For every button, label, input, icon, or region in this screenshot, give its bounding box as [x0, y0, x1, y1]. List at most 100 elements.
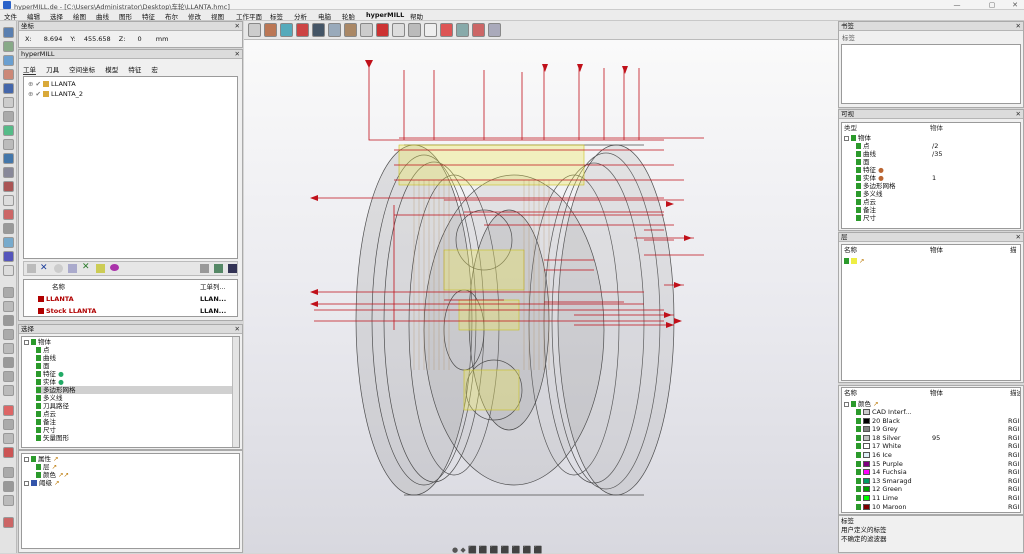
color-row[interactable]: 17 White	[856, 442, 901, 450]
redo-icon[interactable]	[392, 23, 405, 37]
open-icon[interactable]	[264, 23, 277, 37]
list-item[interactable]: LLANTA	[38, 295, 74, 303]
panel-close-icon[interactable]: ✕	[1016, 233, 1021, 242]
view-back-icon[interactable]	[3, 343, 14, 354]
tree-item[interactable]: 矢量图形	[36, 434, 69, 442]
view-front-icon[interactable]	[3, 287, 14, 298]
tree-item[interactable]: ⊕ ✔ LLANTA	[28, 80, 76, 88]
snap-icon[interactable]	[3, 467, 14, 478]
check-icon[interactable]: ✕	[82, 262, 90, 272]
globe-icon[interactable]	[200, 264, 209, 273]
image-icon[interactable]	[214, 264, 223, 273]
panel-close-icon[interactable]: ✕	[1016, 22, 1021, 31]
shade-icon[interactable]	[3, 385, 14, 396]
tab-tools[interactable]: 刀具	[46, 66, 59, 74]
tree-item[interactable]: 点云	[36, 410, 56, 418]
menu-edit[interactable]: 编辑	[27, 11, 40, 21]
mirror-tool-icon[interactable]	[3, 111, 14, 122]
visible-icon[interactable]	[856, 503, 861, 510]
menu-hypermill[interactable]: hyperMILL	[366, 11, 404, 19]
tree-item[interactable]: 阈级 ↗	[24, 479, 60, 487]
tree-item[interactable]: 颜色 ↗	[844, 400, 879, 408]
view-icon[interactable]	[110, 264, 119, 271]
tree-item[interactable]: 点	[856, 142, 870, 150]
color-row[interactable]: 16 Ice	[856, 451, 892, 459]
tree-item[interactable]: 不确定的滤波器	[841, 535, 887, 543]
tree-item[interactable]: 多义线	[856, 190, 883, 198]
tree-item[interactable]: 多边形网格	[36, 386, 236, 394]
tree-item[interactable]: 备注	[856, 206, 876, 214]
cut-tool-icon[interactable]	[3, 97, 14, 108]
boolean-tool-icon[interactable]	[3, 181, 14, 192]
menu-tire[interactable]: 轮胎	[342, 11, 355, 21]
tree-item[interactable]: 标签	[841, 517, 854, 525]
color-row[interactable]: 15 Purple	[856, 460, 903, 468]
boolean-icon[interactable]	[472, 23, 485, 37]
plane-icon[interactable]	[3, 495, 14, 506]
tree-item[interactable]: 层 ↗	[36, 463, 57, 471]
rotate-icon[interactable]	[424, 23, 437, 37]
list-item[interactable]: Stock LLANTA	[38, 307, 96, 315]
color-row[interactable]: 12 Green	[856, 485, 902, 493]
close-button[interactable]: ✕	[1008, 0, 1022, 10]
rotate-tool-icon[interactable]	[3, 83, 14, 94]
menu-file[interactable]: 文件	[4, 11, 17, 21]
tree-item[interactable]: 点云	[856, 198, 876, 206]
fit-icon[interactable]	[3, 447, 14, 458]
visible-icon[interactable]	[856, 495, 861, 501]
extrude-tool-icon[interactable]	[3, 153, 14, 164]
tree-item[interactable]: 用户定义的标签	[841, 526, 887, 534]
color-row[interactable]: 14 Fuchsia	[856, 468, 907, 476]
tree-item[interactable]: 颜色 ↗↗	[36, 471, 69, 479]
line-tool-icon[interactable]	[3, 41, 14, 52]
panel-close-icon[interactable]: ✕	[235, 22, 240, 31]
visible-icon[interactable]	[856, 460, 861, 467]
delete-icon[interactable]: ✕	[40, 263, 48, 273]
tree-item[interactable]: 曲线	[856, 150, 876, 158]
curve-tool-icon[interactable]	[3, 55, 14, 66]
view-left-icon[interactable]	[3, 357, 14, 368]
new-icon[interactable]	[248, 23, 261, 37]
panel-close-icon[interactable]: ✕	[1016, 110, 1021, 119]
view-top-icon[interactable]	[3, 301, 14, 312]
menu-draw[interactable]: 绘图	[73, 11, 86, 21]
view-tool-icon[interactable]	[3, 237, 14, 248]
minimize-button[interactable]: —	[950, 0, 964, 10]
zoom-icon[interactable]	[3, 405, 14, 416]
tree-item[interactable]: 实体 ●	[36, 378, 64, 386]
undo-icon[interactable]	[376, 23, 389, 37]
menu-workplane[interactable]: 工作平面	[236, 11, 262, 21]
tab-model[interactable]: 模型	[105, 66, 118, 74]
tree-item[interactable]: 曲线	[36, 354, 56, 362]
visible-icon[interactable]	[856, 417, 861, 424]
tree-item[interactable]: 点	[36, 346, 50, 354]
sketch-icon[interactable]	[360, 23, 373, 37]
tree-item[interactable]: 尺寸	[856, 214, 876, 222]
cut-icon[interactable]	[408, 23, 421, 37]
orbit-icon[interactable]	[3, 433, 14, 444]
dimension-tool-icon[interactable]	[3, 209, 14, 220]
sweep-tool-icon[interactable]	[3, 167, 14, 178]
menu-select[interactable]: 选择	[50, 11, 63, 21]
tree-item[interactable]: 特征 ●	[856, 166, 884, 174]
tab-feature[interactable]: 特征	[128, 66, 141, 74]
panel-close-icon[interactable]: ✕	[235, 50, 240, 59]
save-icon[interactable]	[280, 23, 293, 37]
visible-icon[interactable]	[856, 434, 861, 441]
scrollbar[interactable]	[232, 337, 239, 447]
menu-label[interactable]: 标签	[270, 11, 283, 21]
tab-macro[interactable]: 宏	[151, 66, 158, 74]
tree-item[interactable]: 面	[36, 362, 50, 370]
tree-item[interactable]: 多边形网格	[856, 182, 896, 190]
export-icon[interactable]	[228, 264, 237, 273]
new-job-icon[interactable]	[27, 264, 36, 273]
tree-item[interactable]: 备注	[36, 418, 56, 426]
menu-boolean[interactable]: 布尔	[165, 11, 178, 21]
tab-jobs[interactable]: 工单	[23, 66, 36, 75]
color-row[interactable]: 13 Smaragd	[856, 477, 912, 485]
visible-icon[interactable]	[856, 409, 861, 415]
menu-feature[interactable]: 特征	[142, 11, 155, 21]
tool-icon[interactable]	[54, 264, 63, 273]
menu-shape[interactable]: 图形	[119, 11, 132, 21]
maximize-button[interactable]: ▢	[985, 0, 999, 10]
